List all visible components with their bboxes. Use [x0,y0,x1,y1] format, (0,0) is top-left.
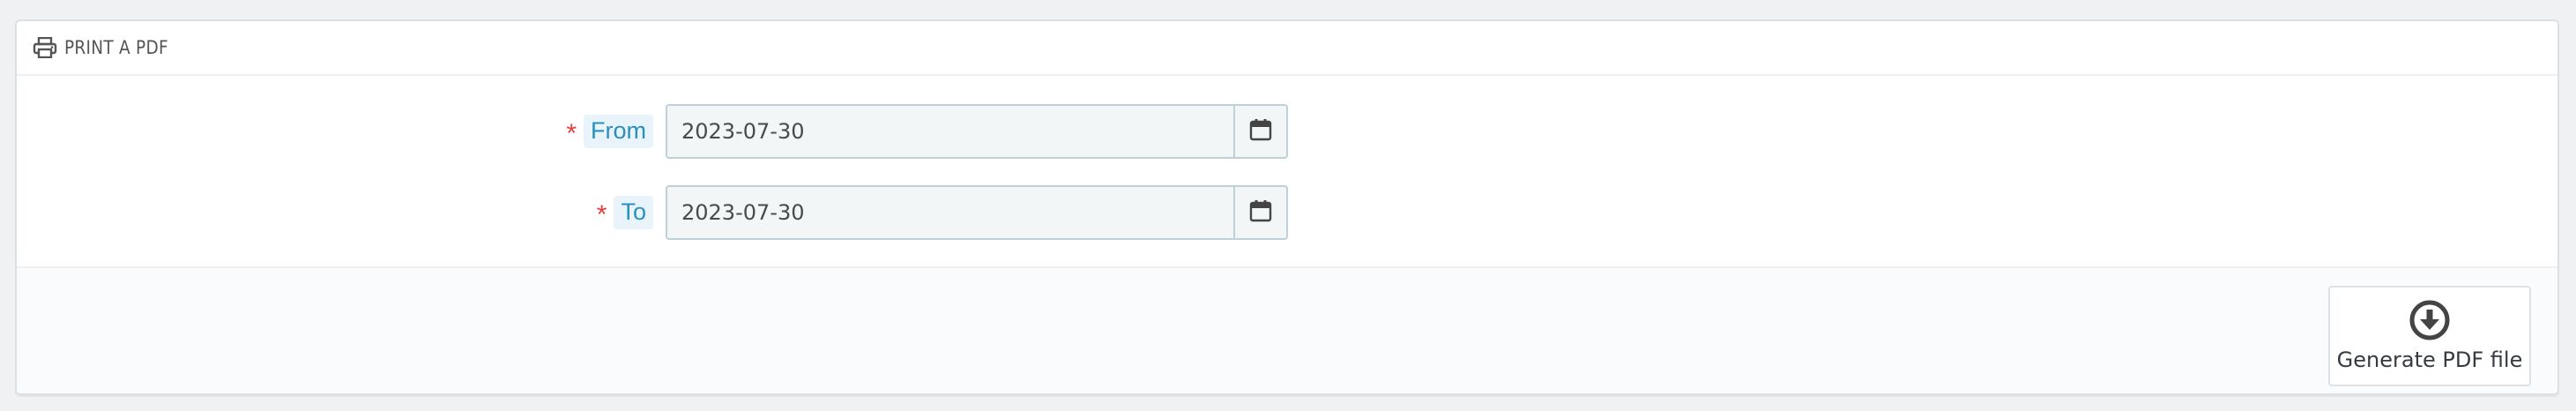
from-input-group [666,104,1288,159]
to-date-input[interactable] [666,185,1233,240]
to-label-wrap: * To [597,185,653,240]
calendar-icon [1249,199,1272,227]
from-label: From [584,115,653,148]
from-label-wrap: * From [566,104,653,159]
to-calendar-button[interactable] [1233,185,1288,240]
required-marker: * [566,119,577,148]
to-label: To [614,196,653,229]
generate-pdf-label: Generate PDF file [2336,347,2523,372]
printer-icon [33,36,57,59]
to-input-group [666,185,1288,240]
panel-footer: Generate PDF file [17,266,2557,393]
download-circle-icon [2409,300,2450,340]
print-pdf-panel: PRINT A PDF * From * To [15,19,2559,395]
from-calendar-button[interactable] [1233,104,1288,159]
panel-heading: PRINT A PDF [17,21,2557,76]
generate-pdf-button[interactable]: Generate PDF file [2328,286,2531,386]
panel-title: PRINT A PDF [64,37,168,58]
calendar-icon [1249,118,1272,146]
to-row: * To [17,185,2557,240]
from-row: * From [17,104,2557,159]
from-date-input[interactable] [666,104,1233,159]
required-marker: * [596,200,607,229]
